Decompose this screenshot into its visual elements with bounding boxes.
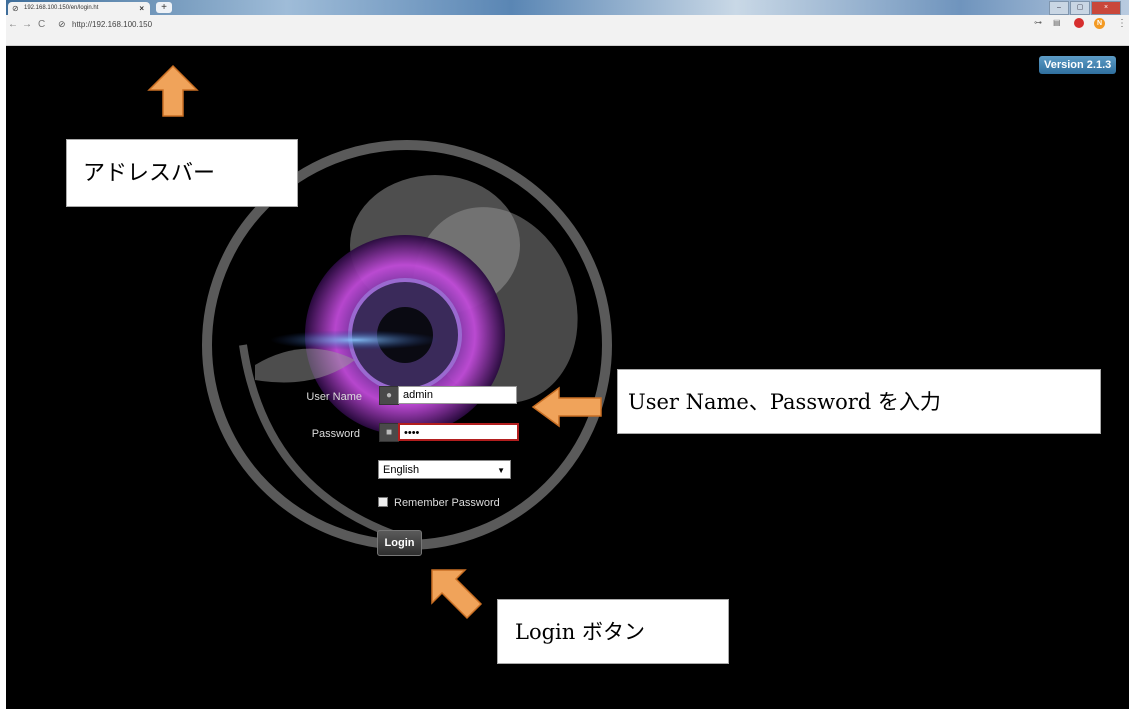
maximize-button[interactable]: ▢: [1070, 1, 1090, 15]
tab-strip: ⊘ 192.168.100.150/en/login.ht × + – ▢ ×: [6, 0, 1129, 15]
remember-password-checkbox[interactable]: Remember Password: [378, 497, 500, 509]
up-arrow-annotation-icon: [147, 64, 199, 117]
window-close-button[interactable]: ×: [1091, 1, 1121, 15]
password-input[interactable]: ••••: [398, 423, 519, 441]
password-label: Password: [311, 428, 360, 440]
profile-avatar-icon[interactable]: N: [1094, 18, 1105, 29]
minimize-button[interactable]: –: [1049, 1, 1069, 15]
window-controls: – ▢ ×: [1049, 1, 1121, 15]
tab-title: 192.168.100.150/en/login.ht: [24, 5, 99, 11]
login-button[interactable]: Login: [377, 530, 422, 556]
tab-close-button[interactable]: ×: [139, 2, 144, 15]
up-left-arrow-annotation-icon: [431, 569, 483, 620]
browser-toolbar: ← → C ⊘ http://192.168.100.150 ⊶ ▤ N ⋮: [6, 15, 1129, 46]
reload-icon[interactable]: C: [38, 19, 45, 30]
forward-arrow-icon[interactable]: →: [22, 19, 32, 30]
address-bar[interactable]: http://192.168.100.150: [72, 20, 152, 29]
username-label: User Name: [306, 391, 362, 403]
left-arrow-annotation-icon: [531, 386, 602, 428]
user-icon: ●: [379, 386, 399, 405]
callout-address-bar: アドレスバー: [66, 139, 298, 207]
callout-credentials: User Name、Password を入力: [617, 369, 1101, 434]
username-input[interactable]: admin: [398, 386, 517, 404]
browser-tab[interactable]: ⊘ 192.168.100.150/en/login.ht ×: [8, 2, 150, 15]
stop-extension-icon[interactable]: [1074, 18, 1084, 28]
menu-kebab-icon[interactable]: ⋮: [1117, 18, 1127, 29]
checkbox-box[interactable]: [378, 497, 388, 508]
version-badge: Version 2.1.3: [1039, 56, 1117, 74]
back-arrow-icon[interactable]: ←: [8, 19, 18, 30]
new-tab-button[interactable]: +: [156, 2, 172, 13]
language-selected: English: [383, 464, 420, 476]
site-info-icon[interactable]: ⊘: [58, 19, 66, 30]
key-icon[interactable]: ⊶: [1034, 18, 1042, 27]
callout-login-button: Login ボタン: [497, 599, 729, 664]
language-select[interactable]: English ▼: [378, 460, 511, 479]
globe-icon: ⊘: [12, 4, 19, 13]
chevron-down-icon: ▼: [497, 466, 505, 475]
remember-password-label: Remember Password: [394, 497, 500, 509]
translate-icon[interactable]: ▤: [1053, 18, 1061, 27]
lock-icon: ■: [379, 423, 399, 442]
